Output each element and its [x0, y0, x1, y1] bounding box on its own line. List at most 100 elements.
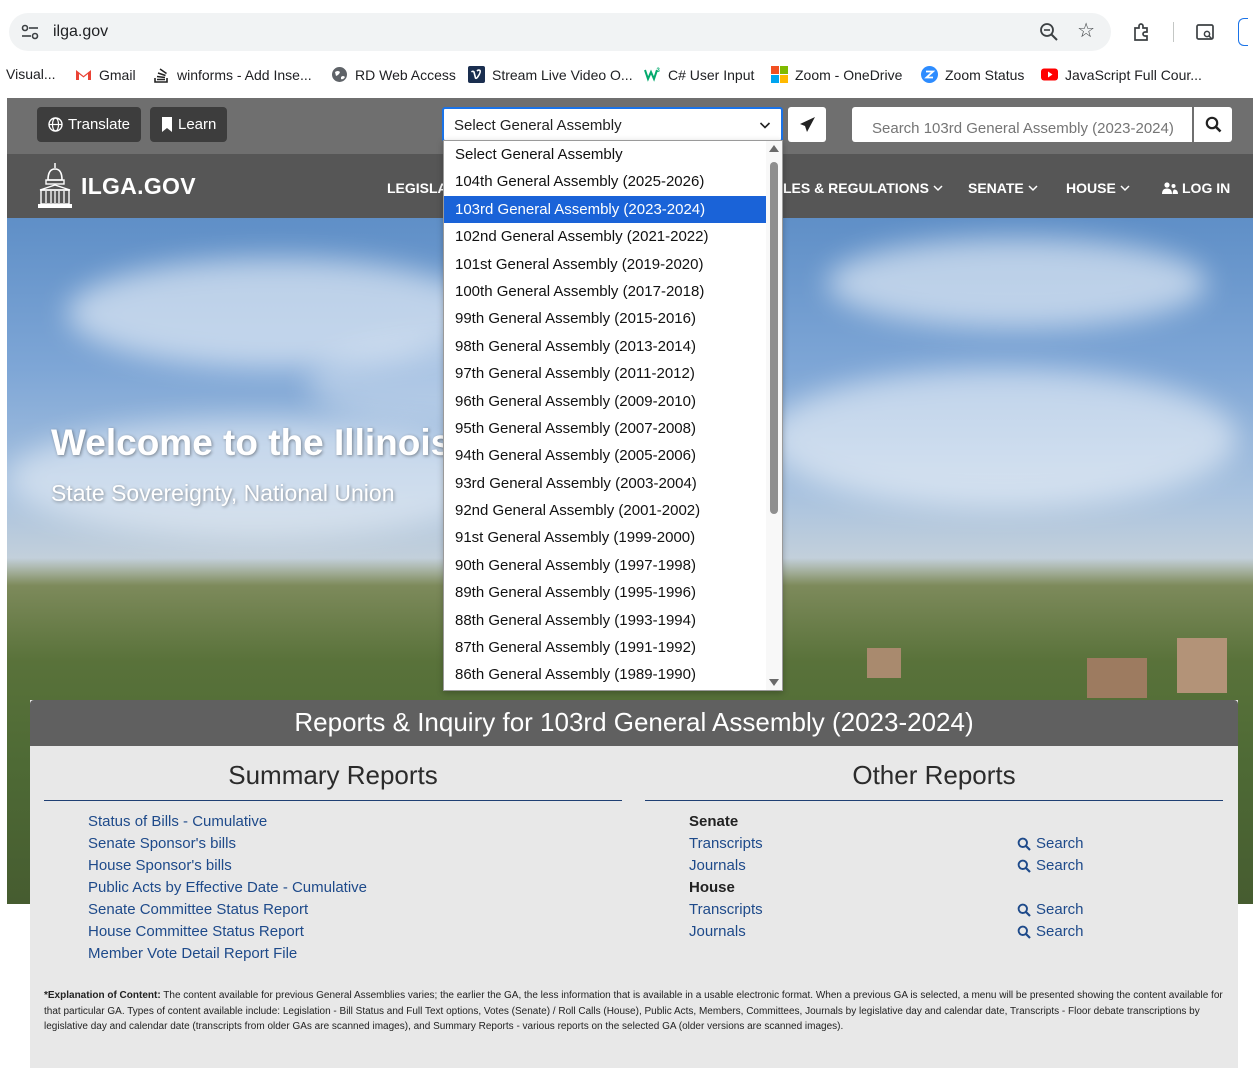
vimeo-icon [468, 66, 485, 83]
nav-legislation[interactable]: LEGISLA [387, 180, 448, 196]
chevron-down-icon [1028, 185, 1038, 192]
house-label: House [689, 879, 735, 896]
paper-plane-icon [799, 117, 815, 132]
dropdown-option[interactable]: 101st General Assembly (2019-2020) [444, 251, 766, 278]
bookmark-zoom-onedrive[interactable]: Zoom - OneDrive [771, 66, 902, 83]
dropdown-option[interactable]: 97th General Assembly (2011-2012) [444, 360, 766, 387]
nav-label: HOUSE [1066, 180, 1116, 196]
bookmark-stream[interactable]: Stream Live Video O... [468, 66, 633, 83]
dropdown-option[interactable]: 92nd General Assembly (2001-2002) [444, 497, 766, 524]
other-reports-title: Other Reports [852, 760, 1016, 790]
chevron-down-icon [1120, 185, 1130, 192]
dropdown-option[interactable]: 93rd General Assembly (2003-2004) [444, 470, 766, 497]
bookmark-rd-web[interactable]: RD Web Access [331, 66, 456, 83]
link-public-acts[interactable]: Public Acts by Effective Date - Cumulati… [88, 879, 367, 896]
dropdown-option[interactable]: 104th General Assembly (2025-2026) [444, 168, 766, 195]
site-info-icon[interactable] [21, 24, 39, 40]
bookmark-label: Zoom - OneDrive [795, 66, 903, 83]
search-house-transcripts[interactable]: Search [1017, 901, 1084, 918]
general-assembly-dropdown-list[interactable]: Select General Assembly 104th General As… [443, 140, 783, 691]
globe-icon [332, 67, 347, 82]
dropdown-option[interactable]: 94th General Assembly (2005-2006) [444, 442, 766, 469]
bookmark-winforms[interactable]: winforms - Add Inse... [153, 66, 312, 83]
dropdown-option[interactable]: 89th General Assembly (1995-1996) [444, 579, 766, 606]
extensions-icon[interactable] [1132, 22, 1152, 42]
chevron-down-icon [933, 185, 943, 192]
dropdown-option[interactable]: 91st General Assembly (1999-2000) [444, 524, 766, 551]
link-house-sponsor-bills[interactable]: House Sponsor's bills [88, 857, 232, 874]
bookmark-label: RD Web Access [355, 66, 456, 83]
side-panel-button[interactable] [1238, 18, 1248, 46]
zoom-icon [921, 66, 938, 83]
link-house-journals[interactable]: Journals [689, 923, 746, 940]
link-senate-journals[interactable]: Journals [689, 857, 746, 874]
dropdown-option[interactable]: 86th General Assembly (1989-1990) [444, 661, 766, 688]
go-button[interactable] [788, 107, 826, 142]
bookmark-star-icon[interactable]: ☆ [1077, 21, 1095, 41]
link-senate-committee-status[interactable]: Senate Committee Status Report [88, 901, 308, 918]
nav-login[interactable]: LOG IN [1162, 180, 1230, 196]
chevron-down-icon [759, 122, 771, 129]
search-button[interactable] [1194, 107, 1232, 142]
bookmark-zoom-status[interactable]: Zoom Status [921, 66, 1024, 83]
bookmark-csharp[interactable]: 3 C# User Input [644, 66, 754, 83]
cloud-shape [767, 368, 1237, 508]
learn-button[interactable]: Learn [150, 107, 228, 142]
explanation-body: The content available for previous Gener… [44, 990, 1223, 1032]
capitol-logo-icon[interactable] [37, 162, 73, 210]
bookmark-javascript[interactable]: JavaScript Full Cour... [1041, 66, 1202, 83]
address-bar[interactable]: ilga.gov ☆ [9, 13, 1111, 51]
scroll-up-arrow-icon[interactable] [769, 145, 779, 152]
general-assembly-select[interactable]: Select General Assembly [442, 107, 783, 142]
nav-label: LEGISLA [387, 180, 448, 196]
dropdown-option[interactable]: 88th General Assembly (1993-1994) [444, 607, 766, 634]
reports-panel: Reports & Inquiry for 103rd General Asse… [30, 700, 1238, 1068]
dropdown-option[interactable]: 87th General Assembly (1991-1992) [444, 634, 766, 661]
tab-search-icon[interactable] [1195, 22, 1215, 42]
search-house-journals[interactable]: Search [1017, 923, 1084, 940]
nav-senate[interactable]: SENATE [968, 180, 1038, 196]
link-status-of-bills[interactable]: Status of Bills - Cumulative [88, 813, 267, 830]
dropdown-option[interactable]: 102nd General Assembly (2021-2022) [444, 223, 766, 250]
dropdown-scrollbar[interactable] [766, 141, 782, 690]
dropdown-option[interactable]: 95th General Assembly (2007-2008) [444, 415, 766, 442]
select-value: Select General Assembly [454, 117, 622, 134]
search-label: Search [1036, 923, 1084, 940]
scroll-down-arrow-icon[interactable] [769, 679, 779, 686]
link-senate-sponsor-bills[interactable]: Senate Sponsor's bills [88, 835, 236, 852]
dropdown-option-selected[interactable]: 103rd General Assembly (2023-2024) [444, 195, 766, 224]
svg-text:3: 3 [657, 68, 661, 74]
bookmark-label: C# User Input [668, 66, 755, 83]
dropdown-option[interactable]: 100th General Assembly (2017-2018) [444, 278, 766, 305]
microsoft-icon [771, 66, 788, 83]
search-input[interactable] [852, 107, 1192, 142]
dropdown-option[interactable]: 96th General Assembly (2009-2010) [444, 388, 766, 415]
dropdown-option[interactable]: 90th General Assembly (1997-1998) [444, 552, 766, 579]
w3schools-icon: 3 [644, 68, 661, 82]
scrollbar-thumb[interactable] [770, 162, 778, 514]
link-house-transcripts[interactable]: Transcripts [689, 901, 763, 918]
nav-label: LOG IN [1182, 180, 1231, 196]
dropdown-option[interactable]: 99th General Assembly (2015-2016) [444, 305, 766, 332]
bookmark-gmail[interactable]: Gmail [75, 66, 136, 83]
dropdown-option[interactable]: Select General Assembly [444, 141, 766, 168]
senate-label: Senate [689, 813, 739, 830]
search-senate-transcripts[interactable]: Search [1017, 835, 1084, 852]
site-logo-text[interactable]: ILGA.GOV [81, 173, 196, 200]
dropdown-option[interactable]: 98th General Assembly (2013-2014) [444, 333, 766, 360]
zoom-icon[interactable] [1039, 22, 1059, 42]
gmail-icon [76, 70, 91, 80]
browser-top-strip [0, 0, 1253, 8]
translate-button[interactable]: Translate [37, 107, 141, 142]
bookmark-visual[interactable]: Visual... [6, 66, 56, 82]
nav-rules-regulations[interactable]: LES & REGULATIONS [783, 180, 943, 196]
link-senate-transcripts[interactable]: Transcripts [689, 835, 763, 852]
nav-house[interactable]: HOUSE [1066, 180, 1130, 196]
other-divider [645, 800, 1223, 801]
link-member-vote-detail[interactable]: Member Vote Detail Report File [88, 945, 297, 962]
link-house-committee-status[interactable]: House Committee Status Report [88, 923, 304, 940]
bookmark-label: Stream Live Video O... [492, 66, 633, 83]
stackoverflow-icon [154, 68, 168, 83]
search-senate-journals[interactable]: Search [1017, 857, 1084, 874]
url-text[interactable]: ilga.gov [53, 23, 108, 41]
